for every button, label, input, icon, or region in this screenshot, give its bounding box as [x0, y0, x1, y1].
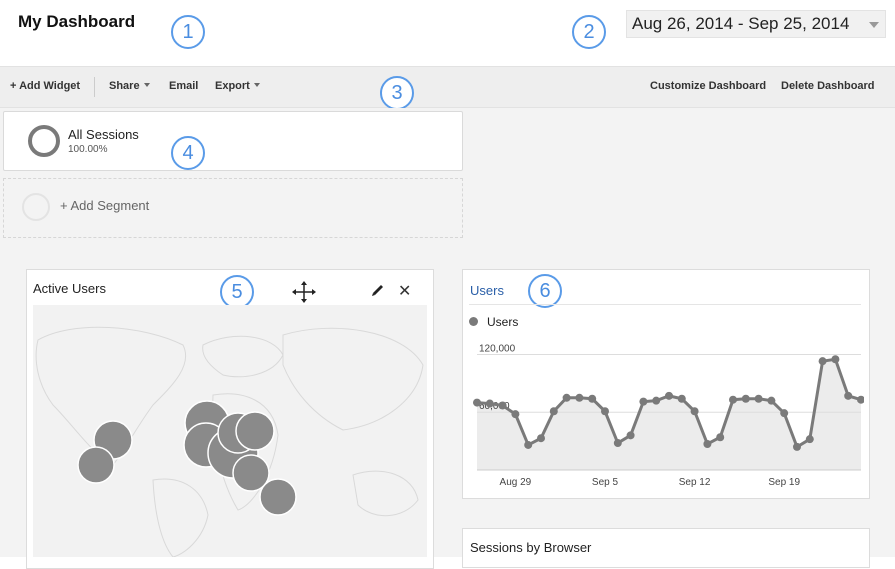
asia-outline — [282, 327, 424, 431]
users-data-point — [703, 440, 712, 448]
share-label: Share — [109, 80, 140, 92]
customize-dashboard-button[interactable]: Customize Dashboard — [650, 80, 766, 92]
australia-outline — [352, 470, 419, 517]
users-data-point — [485, 399, 494, 408]
users-data-point — [665, 391, 673, 400]
callout-badge: 6 — [528, 274, 562, 308]
users-data-point — [805, 435, 814, 444]
email-button[interactable]: Email — [169, 80, 198, 92]
legend-dot-icon — [469, 317, 478, 326]
x-tick-label: Sep 12 — [679, 477, 711, 488]
export-label: Export — [215, 80, 250, 92]
caret-down-icon — [143, 83, 150, 87]
users-data-point — [601, 407, 609, 416]
users-data-point — [549, 407, 558, 416]
users-data-point — [780, 409, 789, 418]
share-menu-button[interactable]: Share — [109, 80, 150, 92]
activity-bubble — [77, 446, 115, 484]
activity-bubble — [259, 478, 297, 516]
legend-label: Users — [487, 315, 519, 329]
segment-ring-icon — [28, 125, 60, 157]
caret-down-icon — [253, 83, 260, 87]
segment-name: All Sessions — [68, 127, 139, 142]
callout-badge: 4 — [171, 136, 205, 170]
x-tick-label: Sep 19 — [768, 477, 800, 488]
dropdown-arrow-icon — [869, 22, 879, 28]
users-data-point — [716, 433, 725, 442]
users-data-point — [626, 431, 635, 440]
users-data-point — [844, 391, 853, 400]
date-range-selector[interactable]: Aug 26, 2014 - Sep 25, 2014 — [626, 10, 886, 38]
users-data-point — [754, 394, 763, 403]
widget-title: Active Users — [33, 281, 106, 296]
x-tick-label: Aug 29 — [500, 477, 532, 488]
segment-percent: 100.00% — [68, 144, 108, 155]
europe-outline — [202, 335, 284, 378]
users-data-point — [613, 439, 622, 448]
date-range-label: Aug 26, 2014 - Sep 25, 2014 — [632, 14, 850, 33]
map-graphic — [35, 326, 424, 557]
callout-badge: 2 — [572, 15, 606, 49]
toolbar-divider — [94, 77, 95, 97]
callout-badge: 1 — [171, 15, 205, 49]
widget-title-link[interactable]: Users — [470, 283, 504, 298]
widget-title: Sessions by Browser — [470, 540, 592, 555]
users-data-point — [639, 397, 648, 406]
chart-area-fill — [477, 359, 861, 470]
south-america-outline — [152, 478, 209, 557]
x-tick-label: Sep 5 — [592, 477, 619, 488]
users-data-point — [767, 396, 776, 405]
page-title: My Dashboard — [18, 12, 136, 31]
toolbar: + Add Widget Share Email Export Customiz… — [0, 66, 895, 108]
world-map[interactable] — [33, 305, 427, 557]
users-data-point — [793, 442, 801, 451]
users-data-point — [562, 393, 571, 402]
users-line-chart: 120,00060,000Aug 29 Sep 5 Sep 12 Sep 19 — [473, 343, 864, 488]
move-icon[interactable] — [292, 281, 316, 303]
pencil-icon[interactable] — [371, 283, 385, 297]
users-data-point — [831, 355, 840, 364]
delete-dashboard-button[interactable]: Delete Dashboard — [781, 80, 875, 92]
activity-bubble — [235, 411, 275, 451]
users-data-point — [729, 395, 737, 404]
empty-segment-ring-icon — [22, 193, 50, 221]
add-widget-button[interactable]: + Add Widget — [10, 80, 80, 92]
users-data-point — [652, 396, 661, 405]
widget-divider — [469, 304, 861, 305]
close-icon[interactable]: ✕ — [398, 281, 411, 301]
users-data-point — [741, 394, 750, 403]
users-data-point — [524, 440, 533, 449]
users-data-point — [677, 394, 686, 403]
add-segment-button[interactable]: + Add Segment — [60, 198, 149, 213]
users-data-point — [818, 357, 827, 366]
y-tick-label: 120,000 — [479, 343, 516, 354]
users-data-point — [690, 407, 699, 416]
callout-badge: 3 — [380, 76, 414, 110]
users-data-point — [537, 434, 545, 443]
users-data-point — [588, 394, 597, 403]
users-data-point — [498, 401, 507, 410]
callout-badge: 5 — [220, 275, 254, 309]
users-data-point — [511, 410, 520, 419]
users-data-point — [575, 393, 584, 402]
export-menu-button[interactable]: Export — [215, 80, 260, 92]
users-data-point — [473, 398, 481, 407]
